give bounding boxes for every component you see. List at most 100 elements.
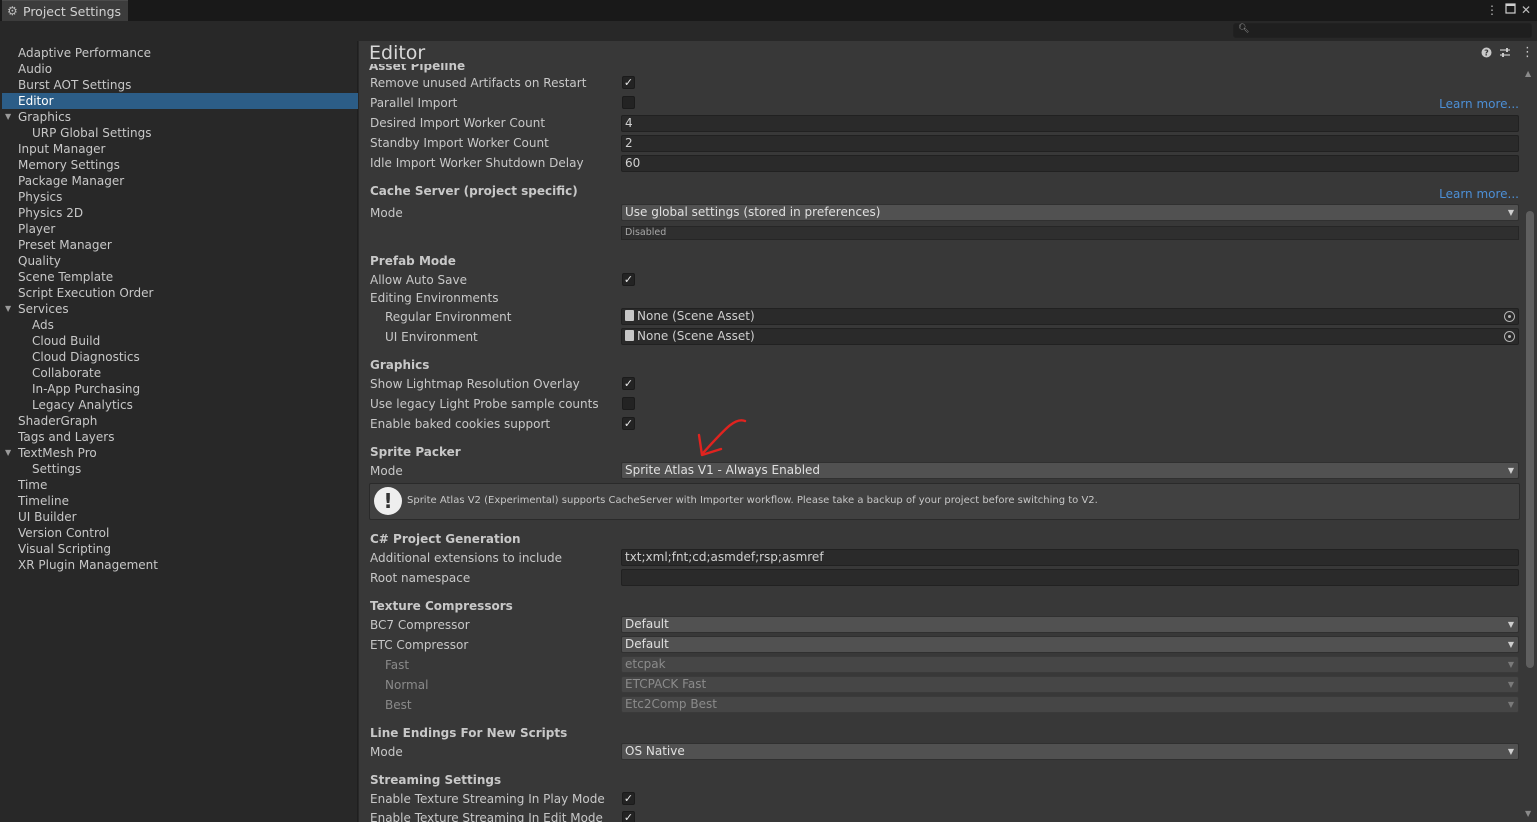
help-message: Sprite Atlas V2 (Experimental) supports … (407, 495, 1098, 506)
cache-mode-dropdown[interactable]: Use global settings (stored in preferenc… (621, 204, 1519, 221)
ui-env-value: None (Scene Asset) (637, 329, 755, 343)
close-icon[interactable]: ✕ (1518, 2, 1534, 18)
sidebar-item-label: Audio (18, 62, 53, 76)
bc7-dropdown[interactable]: Default ▼ (621, 616, 1519, 633)
sidebar-item[interactable]: Script Execution Order (2, 285, 358, 301)
sidebar-item[interactable]: Settings (2, 461, 358, 477)
ui-env-field[interactable]: None (Scene Asset) (621, 328, 1519, 345)
sidebar-item[interactable]: ▼ Services (2, 301, 358, 317)
desired-worker-field[interactable]: 4 (621, 115, 1519, 132)
etc-value: Default (625, 637, 669, 651)
sidebar-item[interactable]: ShaderGraph (2, 413, 358, 429)
baked-cookies-checkbox[interactable]: ✓ (622, 417, 635, 430)
streaming-edit-label: Enable Texture Streaming In Edit Mode (370, 811, 603, 822)
sidebar-item[interactable]: Collaborate (2, 365, 358, 381)
annotation-arrow-icon (697, 419, 747, 457)
cache-learn-more-link[interactable]: Learn more... (1439, 187, 1519, 201)
preset-icon[interactable] (1499, 47, 1511, 61)
sidebar-item[interactable]: Scene Template (2, 269, 358, 285)
sidebar-item[interactable]: Package Manager (2, 173, 358, 189)
sidebar-item[interactable]: Player (2, 221, 358, 237)
etc-dropdown[interactable]: Default ▼ (621, 636, 1519, 653)
regular-env-field[interactable]: None (Scene Asset) (621, 308, 1519, 325)
line-endings-dropdown[interactable]: OS Native ▼ (621, 743, 1519, 760)
cache-status-box: Disabled (621, 226, 1519, 240)
root-namespace-field[interactable] (621, 569, 1519, 586)
streaming-play-checkbox[interactable]: ✓ (622, 792, 635, 805)
standby-worker-field[interactable]: 2 (621, 135, 1519, 152)
sidebar-item-label: Input Manager (18, 142, 106, 156)
sidebar-item[interactable]: Version Control (2, 525, 358, 541)
sidebar-item[interactable]: XR Plugin Management (2, 557, 358, 573)
object-picker-icon[interactable] (1504, 311, 1515, 322)
sidebar-item-label: Version Control (18, 526, 110, 540)
scrollbar-thumb[interactable] (1526, 211, 1534, 668)
sidebar-item[interactable]: Ads (2, 317, 358, 333)
sidebar-item[interactable]: Memory Settings (2, 157, 358, 173)
extensions-field[interactable]: txt;xml;fnt;cd;asmdef;rsp;asmref (621, 549, 1519, 566)
lightmap-overlay-checkbox[interactable]: ✓ (622, 377, 635, 390)
normal-value: ETCPACK Fast (625, 677, 707, 691)
vertical-scrollbar[interactable]: ▲ ▼ (1523, 69, 1537, 822)
tab-title: Project Settings (23, 3, 122, 19)
object-picker-icon[interactable] (1504, 331, 1515, 342)
sidebar-item[interactable]: UI Builder (2, 509, 358, 525)
sidebar-item[interactable]: Adaptive Performance (2, 45, 358, 61)
kebab-icon[interactable]: ⋮ (1521, 45, 1534, 60)
chevron-down-icon: ▼ (1507, 680, 1514, 689)
bc7-label: BC7 Compressor (370, 618, 470, 632)
scroll-down-icon[interactable]: ▼ (1525, 809, 1531, 818)
sidebar-item[interactable]: Burst AOT Settings (2, 77, 358, 93)
sidebar-item[interactable]: Tags and Layers (2, 429, 358, 445)
remove-unused-checkbox[interactable]: ✓ (622, 76, 635, 89)
section-streaming: Streaming Settings (370, 773, 502, 787)
foldout-arrow-icon[interactable]: ▼ (5, 301, 11, 317)
scroll-up-icon[interactable]: ▲ (1525, 69, 1531, 78)
sidebar-item-label: Memory Settings (18, 158, 120, 172)
learn-more-link[interactable]: Learn more... (1439, 97, 1519, 111)
sidebar-item[interactable]: Preset Manager (2, 237, 358, 253)
sidebar-item-label: Services (18, 302, 69, 316)
sidebar-item[interactable]: Audio (2, 61, 358, 77)
tab-project-settings[interactable]: ⚙ Project Settings (2, 0, 128, 21)
window-tab-bar: ⚙ Project Settings ⋮ ✕ (0, 0, 1537, 21)
sidebar-item[interactable]: Visual Scripting (2, 541, 358, 557)
foldout-arrow-icon[interactable]: ▼ (5, 445, 11, 461)
sidebar-item[interactable]: In-App Purchasing (2, 381, 358, 397)
sidebar-item-label: Adaptive Performance (18, 46, 151, 60)
sidebar-item[interactable]: Timeline (2, 493, 358, 509)
sidebar-item[interactable]: Editor (2, 93, 358, 109)
sidebar-item[interactable]: URP Global Settings (2, 125, 358, 141)
chevron-down-icon: ▼ (1507, 620, 1514, 629)
streaming-edit-checkbox[interactable]: ✓ (622, 811, 635, 822)
idle-shutdown-field[interactable]: 60 (621, 155, 1519, 172)
legacy-probe-checkbox[interactable] (622, 397, 635, 410)
auto-save-checkbox[interactable]: ✓ (622, 273, 635, 286)
sidebar-item[interactable]: Cloud Build (2, 333, 358, 349)
sidebar-item[interactable]: Input Manager (2, 141, 358, 157)
sidebar-item[interactable]: Quality (2, 253, 358, 269)
sidebar-item[interactable]: Legacy Analytics (2, 397, 358, 413)
help-icon[interactable]: ? (1481, 47, 1492, 61)
sidebar-item[interactable]: ▼ Graphics (2, 109, 358, 125)
sidebar-item[interactable]: ▼ TextMesh Pro (2, 445, 358, 461)
regular-env-label: Regular Environment (385, 310, 512, 324)
foldout-arrow-icon[interactable]: ▼ (5, 109, 11, 125)
sidebar-item[interactable]: Cloud Diagnostics (2, 349, 358, 365)
sidebar-item[interactable]: Time (2, 477, 358, 493)
sprite-mode-dropdown[interactable]: Sprite Atlas V1 - Always Enabled ▼ (621, 462, 1519, 479)
sidebar-item-label: Scene Template (18, 270, 114, 284)
sidebar-item-label: Tags and Layers (18, 430, 115, 444)
section-cache-server: Cache Server (project specific) (370, 184, 578, 198)
toolbar: 🔍︎ (0, 21, 1537, 41)
baked-cookies-label: Enable baked cookies support (370, 417, 551, 431)
parallel-import-label: Parallel Import (370, 96, 458, 110)
kebab-icon[interactable]: ⋮ (1484, 2, 1500, 18)
sidebar-item[interactable]: Physics 2D (2, 205, 358, 221)
search-input[interactable]: 🔍︎ (1233, 23, 1532, 38)
best-label: Best (385, 698, 412, 712)
sidebar-item-label: Script Execution Order (18, 286, 154, 300)
maximize-icon[interactable] (1502, 2, 1518, 18)
parallel-import-checkbox[interactable] (622, 96, 635, 109)
sidebar-item[interactable]: Physics (2, 189, 358, 205)
